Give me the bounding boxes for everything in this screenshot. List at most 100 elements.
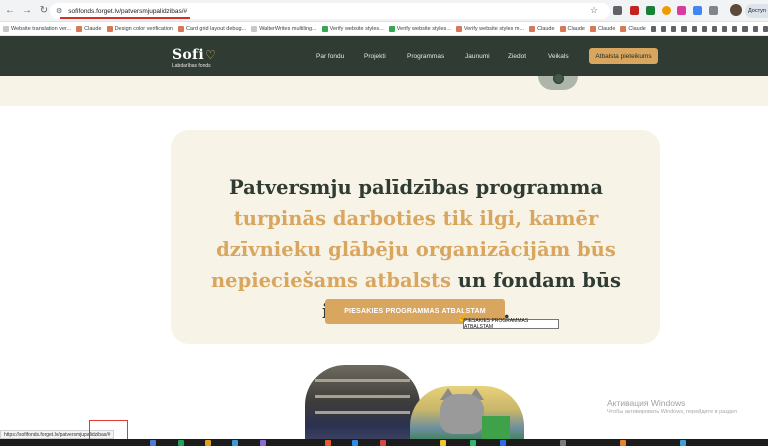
taskbar-app-icon[interactable] bbox=[205, 440, 211, 446]
windows-activation-subtitle: Чтобы активировать Windows, перейдите в … bbox=[607, 409, 737, 415]
bookmark-item[interactable]: Verify website styles m... bbox=[455, 25, 525, 32]
taskbar-app-icon[interactable] bbox=[380, 440, 386, 446]
bookmark-label: Claude bbox=[567, 25, 585, 32]
nav-link-programmas[interactable]: Programmas bbox=[407, 53, 444, 60]
nav-link-projekti[interactable]: Projekti bbox=[364, 53, 386, 60]
bookmark-label: Verify website styles m... bbox=[463, 25, 525, 32]
bookmark-item[interactable]: Claude bbox=[589, 25, 616, 32]
bookmark-label: Verify website styles... bbox=[396, 25, 451, 32]
bookmark-label: Claude bbox=[84, 25, 102, 32]
extension-icon-1[interactable] bbox=[613, 6, 622, 15]
bookmark-favicon-icon[interactable] bbox=[742, 25, 748, 32]
bookmark-favicon-icon[interactable] bbox=[650, 25, 657, 32]
bookmark-label: Design color verification bbox=[114, 25, 173, 32]
bookmark-label: Claude bbox=[537, 25, 555, 32]
support-application-button[interactable]: Atbalsta pieteikums bbox=[589, 48, 658, 64]
reload-icon[interactable]: ↻ bbox=[37, 4, 51, 18]
extensions-puzzle-icon[interactable] bbox=[709, 6, 718, 15]
bookmark-star-icon[interactable]: ☆ bbox=[590, 5, 598, 16]
windows-activation-title: Активация Windows bbox=[607, 398, 686, 408]
bookmark-label: Verify website styles... bbox=[329, 25, 384, 32]
taskbar-app-icon[interactable] bbox=[470, 440, 476, 446]
bookmark-label: Claude bbox=[628, 25, 646, 32]
extension-icon-6[interactable] bbox=[693, 6, 702, 15]
taskbar-app-icon[interactable] bbox=[680, 440, 686, 446]
heart-icon: ♡ bbox=[205, 48, 216, 62]
site-logo[interactable]: Sofi♡ Labdarības fonds bbox=[172, 46, 216, 69]
nav-link-jaunumi[interactable]: Jaunumi bbox=[465, 53, 490, 60]
url-highlight-underline bbox=[60, 17, 190, 19]
claude-icon bbox=[76, 25, 83, 32]
bookmark-item[interactable]: Card grid layout debug... bbox=[177, 25, 247, 32]
site-info-icon[interactable]: ⚙ bbox=[56, 7, 62, 15]
bookmark-item[interactable]: Verify website styles... bbox=[321, 25, 384, 32]
claude-icon bbox=[106, 25, 113, 32]
bookmark-item[interactable]: Verify website styles... bbox=[388, 25, 451, 32]
bookmark-favicon-icon[interactable] bbox=[711, 25, 718, 32]
claude-icon bbox=[620, 25, 627, 32]
claude-icon bbox=[455, 25, 462, 32]
bookmark-label: Card grid layout debug... bbox=[185, 25, 247, 32]
bookmark-label: Website translation ver... bbox=[11, 25, 72, 32]
taskbar-app-icon[interactable] bbox=[232, 440, 238, 446]
taskbar-app-icon[interactable] bbox=[440, 440, 446, 446]
button-tooltip: PIESAKIES PROGRAMMAS ATBALSTAM bbox=[463, 318, 559, 330]
bookmark-item[interactable]: Website translation ver... bbox=[3, 25, 72, 32]
logo-name: Sofi bbox=[172, 47, 204, 63]
taskbar-app-icon[interactable] bbox=[352, 440, 358, 446]
bookmark-favicon-icon[interactable] bbox=[671, 25, 677, 32]
map-marker-icon bbox=[553, 73, 564, 84]
extension-icon-4[interactable] bbox=[662, 6, 671, 15]
taskbar-app-icon[interactable] bbox=[178, 440, 184, 446]
bookmark-favicon-icon[interactable] bbox=[722, 25, 728, 32]
bookmarks-bar: Website translation ver... Claude Design c… bbox=[0, 22, 768, 36]
bookmark-favicon-icon[interactable] bbox=[762, 25, 768, 32]
bookmark-favicon-icon[interactable] bbox=[691, 25, 697, 32]
bookmark-label: WalterWrites multiling... bbox=[259, 25, 317, 32]
bookmark-favicon-icon[interactable] bbox=[681, 25, 687, 32]
logo-subtitle: Labdarības fonds bbox=[172, 63, 211, 69]
nav-link-veikals[interactable]: Veikals bbox=[548, 53, 569, 60]
taskbar-app-icon[interactable] bbox=[500, 440, 506, 446]
bookmark-item[interactable]: Design color verification bbox=[106, 25, 173, 32]
photo-shelf bbox=[315, 411, 410, 414]
nav-link-par-fondu[interactable]: Par fondu bbox=[316, 53, 344, 60]
extension-icon-2[interactable] bbox=[630, 6, 639, 15]
taskbar-app-icon[interactable] bbox=[260, 440, 266, 446]
bookmark-favicon-icon[interactable] bbox=[752, 25, 758, 32]
bookmark-favicon-icon[interactable] bbox=[732, 25, 738, 32]
profile-avatar[interactable] bbox=[730, 4, 742, 16]
bookmark-item[interactable]: Claude bbox=[559, 25, 585, 32]
bookmark-favicon-icon[interactable] bbox=[701, 25, 707, 32]
annotation-red-box bbox=[89, 420, 128, 441]
bookmark-item[interactable]: WalterWrites multiling... bbox=[251, 25, 317, 32]
page-icon bbox=[251, 25, 258, 32]
extension-icon-3[interactable] bbox=[646, 6, 655, 15]
taskbar-app-icon[interactable] bbox=[620, 440, 626, 446]
taskbar-app-icon[interactable] bbox=[150, 440, 156, 446]
nav-link-ziedot[interactable]: Ziedot bbox=[508, 53, 526, 60]
claude-icon bbox=[559, 25, 566, 32]
checkmark-icon bbox=[321, 25, 328, 32]
page-icon bbox=[3, 25, 9, 32]
claude-icon bbox=[529, 25, 536, 32]
cat-photo bbox=[410, 386, 524, 446]
forward-arrow-icon[interactable]: → bbox=[20, 4, 34, 18]
taskbar-app-icon[interactable] bbox=[560, 440, 566, 446]
bookmark-item[interactable]: Claude bbox=[529, 25, 555, 32]
checkmark-icon bbox=[388, 25, 395, 32]
photo-shelf bbox=[315, 395, 410, 398]
back-arrow-icon[interactable]: ← bbox=[3, 4, 17, 18]
bookmark-item[interactable]: Claude bbox=[620, 25, 646, 32]
claude-icon bbox=[177, 25, 184, 32]
photo-shelf bbox=[315, 379, 410, 382]
claude-icon bbox=[589, 25, 596, 32]
taskbar-app-icon[interactable] bbox=[325, 440, 331, 446]
address-url: sofifonds.forget.lv/patversmjupalidzibas… bbox=[68, 7, 188, 15]
bookmark-label: Claude bbox=[597, 25, 616, 32]
profile-button[interactable]: Доступ bbox=[745, 4, 768, 18]
bookmark-favicon-icon[interactable] bbox=[661, 25, 667, 32]
bookmark-item[interactable]: Claude bbox=[76, 25, 102, 32]
extension-icon-5[interactable] bbox=[677, 6, 686, 15]
shelter-storage-photo bbox=[305, 365, 420, 446]
